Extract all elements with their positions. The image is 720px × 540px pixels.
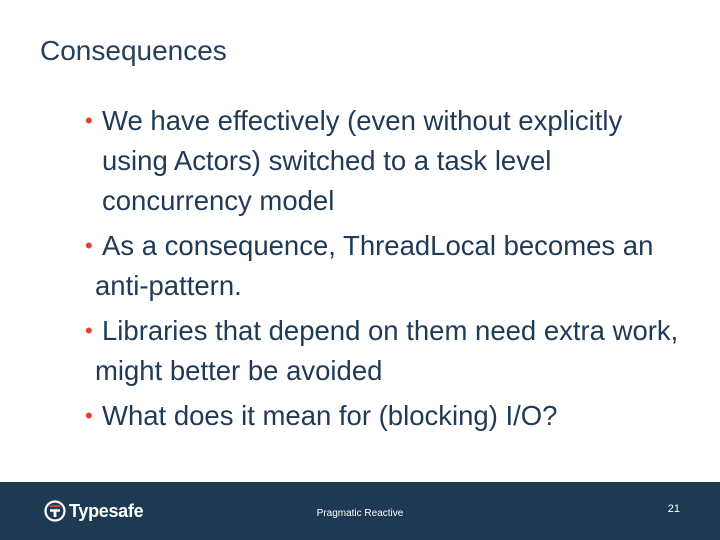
bullet-text: What does it mean for (blocking) I/O? <box>102 400 558 431</box>
bullet-item: • Libraries that depend on them need ext… <box>85 311 685 391</box>
bullet-text: We have effectively (even without explic… <box>102 105 623 216</box>
slide-title: Consequences <box>40 35 227 66</box>
bullet-list: • We have effectively (even without expl… <box>85 101 685 441</box>
footer-bar: Typesafe Pragmatic Reactive 21 <box>0 482 720 540</box>
footer-title: Pragmatic Reactive <box>316 508 404 519</box>
bullet-text: As a consequence, ThreadLocal becomes an… <box>95 230 654 301</box>
bullet-marker: • <box>85 318 93 343</box>
bullet-item: • We have effectively (even without expl… <box>85 101 685 221</box>
bullet-marker: • <box>85 403 93 428</box>
page-number: 21 <box>667 503 680 515</box>
bullet-marker: • <box>85 233 93 258</box>
bullet-marker: • <box>85 108 93 133</box>
bullet-item: • What does it mean for (blocking) I/O? <box>85 396 685 436</box>
bullet-text: Libraries that depend on them need extra… <box>95 315 679 386</box>
bullet-item: • As a consequence, ThreadLocal becomes … <box>85 226 685 306</box>
